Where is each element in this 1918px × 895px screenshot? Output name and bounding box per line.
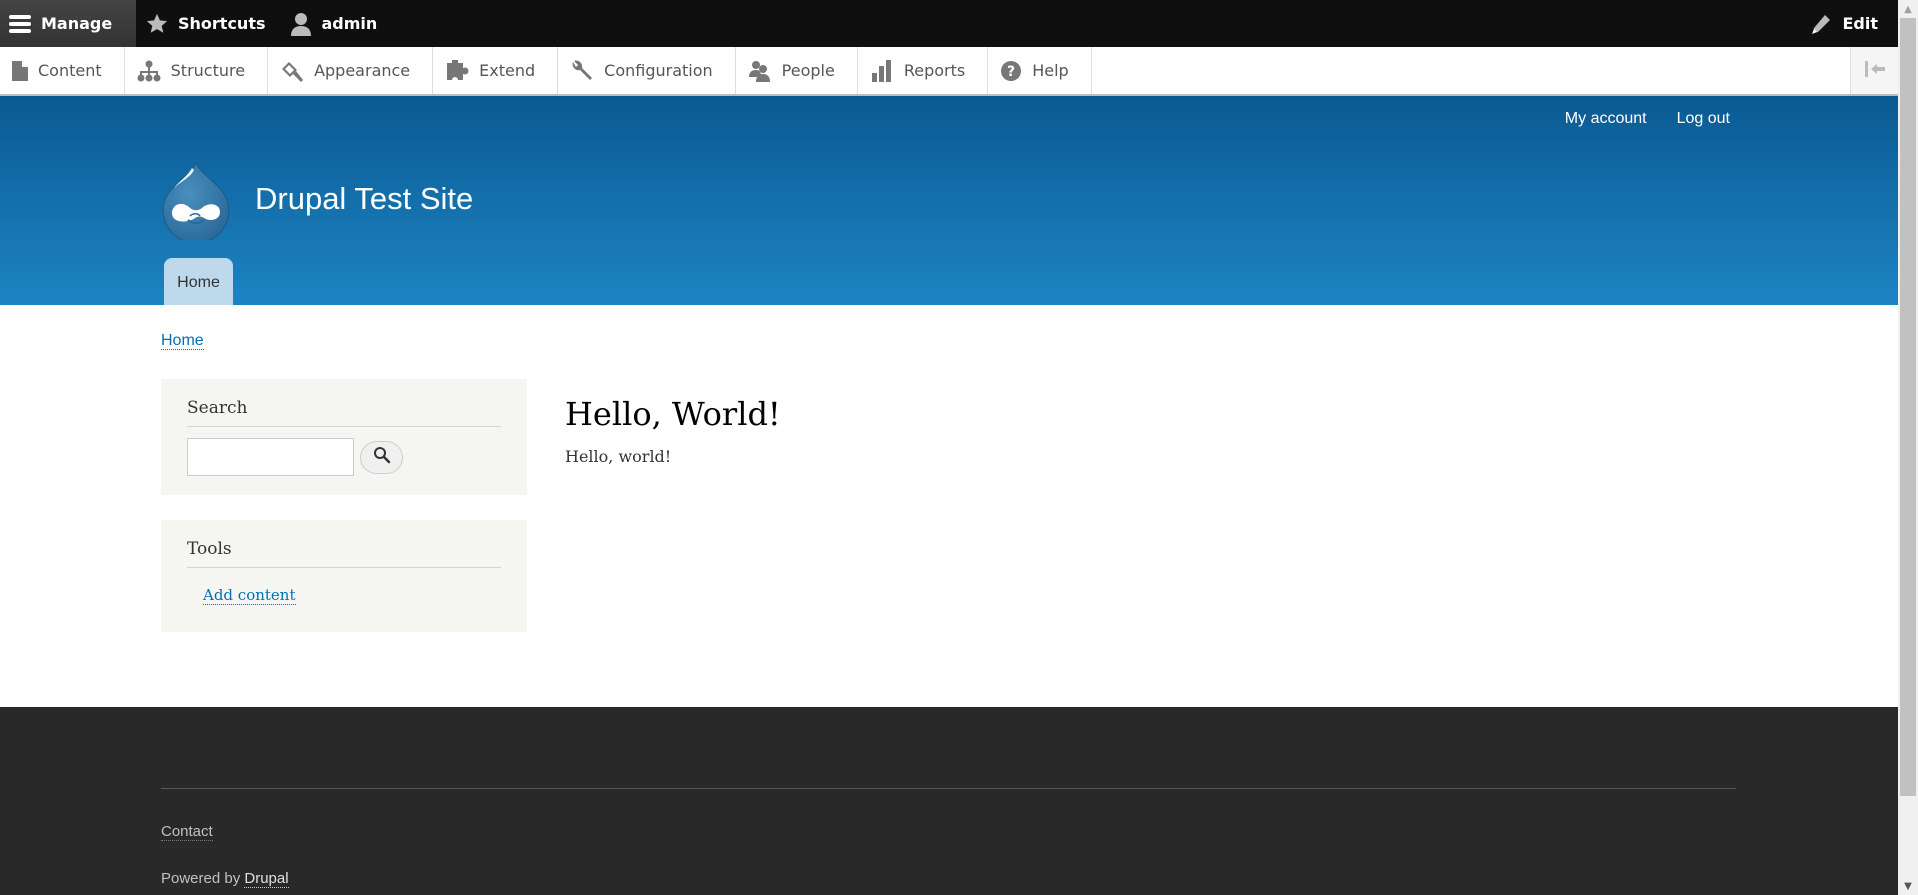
vertical-scrollbar[interactable]: ▲ ▼: [1898, 0, 1918, 895]
scroll-thumb[interactable]: [1900, 18, 1916, 796]
question-icon: ?: [1000, 60, 1022, 82]
user-button[interactable]: admin: [280, 0, 392, 47]
search-input[interactable]: [187, 438, 354, 476]
tray-item-reports[interactable]: Reports: [858, 47, 989, 94]
shortcuts-label: Shortcuts: [178, 14, 266, 33]
tray-item-label: People: [781, 61, 835, 80]
wrench-icon: [570, 60, 594, 82]
tray-item-configuration[interactable]: Configuration: [558, 47, 736, 94]
pencil-icon: [1810, 13, 1832, 35]
svg-text:?: ?: [1007, 64, 1015, 80]
collapse-orientation-icon: [1863, 59, 1887, 83]
hamburger-icon: [9, 14, 31, 34]
admin-tray: Content Structure Appearance Extend Conf…: [0, 47, 1898, 96]
tray-item-extend[interactable]: Extend: [433, 47, 559, 94]
site-header: My account Log out Drupal Test Site Home: [0, 96, 1898, 305]
file-icon: [12, 60, 28, 81]
log-out-link[interactable]: Log out: [1677, 110, 1730, 128]
scroll-down-arrow-icon[interactable]: ▼: [1898, 877, 1918, 895]
search-block: Search: [161, 379, 527, 495]
search-icon: [373, 446, 391, 468]
tray-item-label: Help: [1032, 61, 1069, 80]
tray-item-label: Structure: [170, 61, 246, 80]
edit-button[interactable]: Edit: [1800, 0, 1898, 47]
powered-by: Powered by Drupal: [161, 870, 289, 888]
contact-link[interactable]: Contact: [161, 823, 213, 841]
puzzle-icon: [445, 59, 469, 82]
search-form: [187, 438, 501, 476]
site-branding: Drupal Test Site: [160, 160, 473, 244]
tray-item-label: Extend: [479, 61, 536, 80]
site-footer: Contact Powered by Drupal: [0, 707, 1898, 895]
tray-item-label: Appearance: [314, 61, 411, 80]
manage-label: Manage: [41, 14, 113, 33]
tray-item-appearance[interactable]: Appearance: [268, 47, 434, 94]
scroll-up-arrow-icon[interactable]: ▲: [1898, 0, 1918, 18]
paintbrush-icon: [280, 60, 304, 82]
tray-item-label: Configuration: [604, 61, 713, 80]
secondary-menu: My account Log out: [1565, 110, 1730, 128]
drupal-link[interactable]: Drupal: [244, 870, 289, 888]
star-icon: [146, 13, 168, 35]
tray-item-structure[interactable]: Structure: [125, 47, 269, 94]
tray-orientation-toggle[interactable]: [1850, 47, 1898, 94]
tools-block: Tools Add content: [161, 520, 527, 632]
node-body: Hello, world!: [565, 447, 672, 466]
my-account-link[interactable]: My account: [1565, 110, 1647, 128]
breadcrumb: Home: [161, 332, 204, 350]
breadcrumb-home-link[interactable]: Home: [161, 332, 204, 350]
tray-item-content[interactable]: Content: [0, 47, 125, 94]
page-title: Hello, World!: [565, 395, 781, 433]
tray-item-label: Reports: [903, 61, 966, 80]
main-content: Hello, World! Hello, world!: [565, 395, 781, 466]
tray-item-label: Content: [38, 61, 102, 80]
search-block-title: Search: [187, 398, 501, 427]
shortcuts-button[interactable]: Shortcuts: [136, 0, 280, 47]
sitemap-icon: [137, 60, 161, 82]
edit-label: Edit: [1842, 14, 1878, 33]
site-name[interactable]: Drupal Test Site: [255, 181, 473, 217]
manage-button[interactable]: Manage: [0, 0, 136, 47]
people-icon: [748, 60, 772, 82]
powered-by-text: Powered by: [161, 870, 241, 887]
tray-item-help[interactable]: ? Help: [988, 47, 1092, 94]
add-content-link[interactable]: Add content: [203, 586, 296, 605]
bar-chart-icon: [870, 59, 894, 82]
user-label: admin: [321, 14, 378, 33]
user-icon: [290, 12, 312, 36]
primary-menu-home[interactable]: Home: [164, 258, 233, 305]
tools-block-title: Tools: [187, 539, 501, 568]
tray-item-people[interactable]: People: [736, 47, 858, 94]
tools-list: Add content: [187, 586, 501, 605]
admin-toolbar: Manage Shortcuts admin Edit: [0, 0, 1898, 47]
footer-divider: [161, 788, 1736, 789]
search-submit-button[interactable]: [360, 440, 403, 474]
drupal-logo-icon[interactable]: [160, 160, 232, 244]
